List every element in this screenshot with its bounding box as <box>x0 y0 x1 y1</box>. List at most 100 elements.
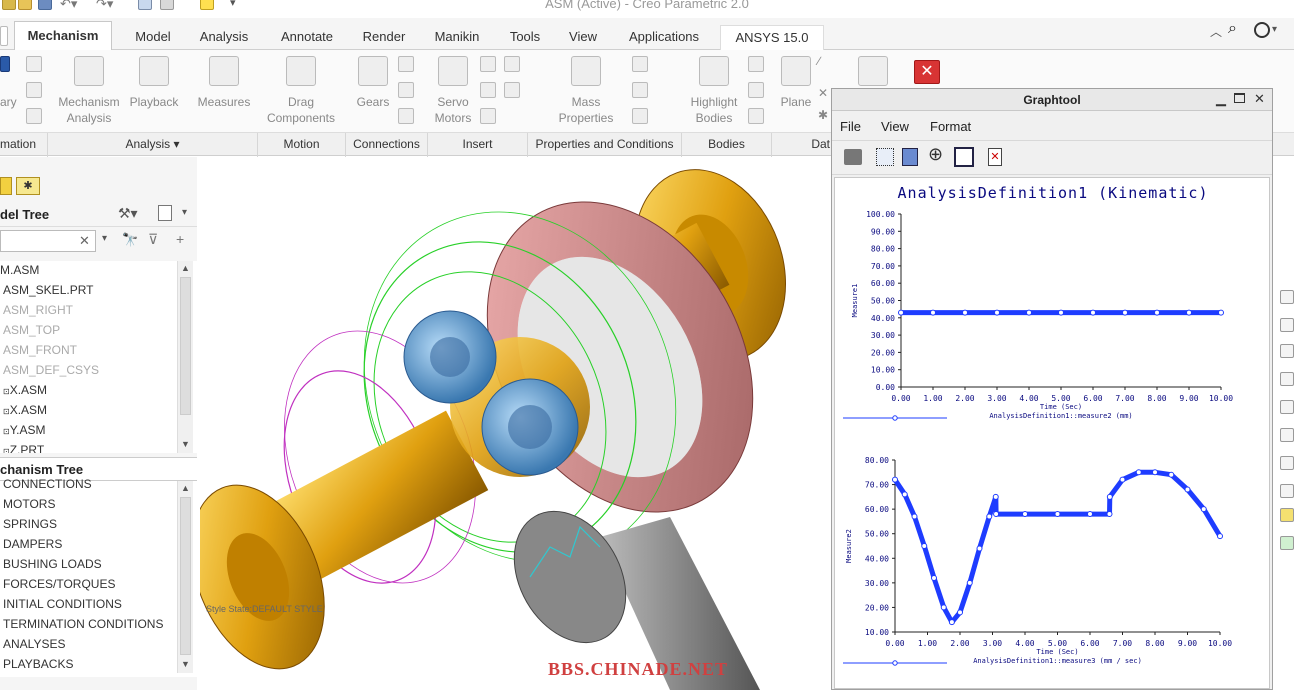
spin-center-icon[interactable] <box>1280 536 1294 550</box>
redo-icon[interactable]: ↷▾ <box>96 0 113 12</box>
tree-item[interactable]: ANALYSES <box>3 637 65 651</box>
close-icon[interactable]: ✕ <box>1254 91 1265 107</box>
zoom-out-view-icon[interactable] <box>1280 344 1294 358</box>
servo-motors-button[interactable]: Servo Motors <box>430 52 476 130</box>
tab-annotate[interactable]: Annotate <box>268 25 346 50</box>
view-manager-icon[interactable] <box>1280 456 1294 470</box>
graphtool-window[interactable]: Graphtool ▁ ✕ File View Format ⊕ ✕ 100.0… <box>831 88 1273 690</box>
body-definition-icon[interactable] <box>748 56 764 72</box>
force-torque-icon[interactable] <box>480 82 496 98</box>
scroll-up-icon[interactable]: ▲ <box>181 483 190 493</box>
search-icon[interactable]: ⌕ <box>1228 20 1237 38</box>
tab-analysis[interactable]: Analysis <box>186 25 262 50</box>
zoom-fit-icon[interactable] <box>954 147 974 167</box>
model-tree-scrollbar[interactable]: ▲ ▼ <box>177 261 193 453</box>
save-icon[interactable] <box>38 0 52 10</box>
minimize-ribbon-icon[interactable]: ︿ <box>1210 23 1222 40</box>
model-tree-tab-icon[interactable] <box>0 177 12 195</box>
plot-area[interactable]: 100.00 90.00 80.00 70.00 60.00 50.00 40.00 30.0… <box>834 177 1270 689</box>
regenerate-icon[interactable] <box>138 0 152 10</box>
grid-icon[interactable] <box>876 148 894 166</box>
tree-item[interactable]: TERMINATION CONDITIONS <box>3 617 163 631</box>
tab-manikin[interactable]: Manikin <box>422 25 492 50</box>
scroll-down-icon[interactable]: ▼ <box>181 659 190 669</box>
export-icon[interactable]: ✕ <box>988 148 1002 166</box>
mechanism-tree-scrollbar[interactable]: ▲ ▼ <box>177 481 193 673</box>
tree-item[interactable]: ASM_TOP <box>3 323 60 337</box>
help-chevron-icon[interactable]: ▾ <box>1272 24 1277 35</box>
tab-render[interactable]: Render <box>352 25 416 50</box>
spring-coil-icon[interactable] <box>504 56 520 72</box>
scroll-down-icon[interactable]: ▼ <box>181 439 190 449</box>
tree-show-icon[interactable] <box>158 205 172 221</box>
drag-components-button[interactable]: Drag Components <box>264 52 338 130</box>
windows-icon[interactable] <box>160 0 174 10</box>
tree-item[interactable]: ASM_DEF_CSYS <box>3 363 99 377</box>
tree-item[interactable]: ASM_FRONT <box>3 343 77 357</box>
tree-item[interactable]: ⊡X.ASM <box>3 383 47 397</box>
undo-icon[interactable]: ↶▾ <box>60 0 77 12</box>
format-graph-icon[interactable] <box>902 148 918 166</box>
tree-show-chevron-icon[interactable]: ▾ <box>182 207 187 218</box>
plane-button[interactable]: Plane <box>776 52 816 112</box>
clear-search-icon[interactable]: ✕ <box>79 233 90 249</box>
curve-icon[interactable] <box>858 56 888 86</box>
scroll-thumb[interactable] <box>180 277 191 415</box>
print-icon[interactable] <box>844 149 862 165</box>
tree-search-input[interactable]: ✕ <box>0 230 96 252</box>
spring-icon[interactable] <box>398 56 414 72</box>
graphics-viewport[interactable]: Style State:DEFAULT STYLE BBS.CHINADE.NE… <box>200 157 830 690</box>
tree-item[interactable]: MOTORS <box>3 497 55 511</box>
help-icon[interactable] <box>1254 22 1270 38</box>
body-redefine-icon[interactable] <box>748 82 764 98</box>
force-motor-icon[interactable] <box>480 56 496 72</box>
add-icon[interactable]: + <box>176 231 184 247</box>
csys-icon[interactable]: ✱ <box>818 108 828 122</box>
menu-format[interactable]: Format <box>930 119 971 134</box>
mass-properties-button[interactable]: Mass Properties <box>552 52 620 130</box>
find-icon[interactable]: 🔭 <box>122 232 138 248</box>
refit-icon[interactable] <box>1280 290 1294 304</box>
tree-item[interactable]: SPRINGS <box>3 517 57 531</box>
tab-applications[interactable]: Applications <box>614 25 714 50</box>
search-chevron-icon[interactable]: ▾ <box>102 233 107 244</box>
tree-item[interactable]: ⊡X.ASM <box>3 403 47 417</box>
new-file-icon[interactable] <box>2 0 16 10</box>
tab-view[interactable]: View <box>558 25 608 50</box>
file-menu-button[interactable] <box>0 26 8 46</box>
quick-access-chevron-icon[interactable]: ▾ <box>230 0 236 9</box>
zoom-in-view-icon[interactable] <box>1280 318 1294 332</box>
tree-item[interactable]: M.ASM <box>0 263 39 277</box>
tree-item[interactable]: BUSHING LOADS <box>3 557 102 571</box>
point-icon[interactable]: ✕ <box>818 86 828 100</box>
gravity-icon[interactable] <box>480 108 496 124</box>
highlight-bodies-button[interactable]: Highlight Bodies <box>684 52 744 130</box>
damper-link-icon[interactable] <box>504 82 520 98</box>
body-reset-icon[interactable] <box>748 108 764 124</box>
gravity-vector-icon[interactable] <box>632 56 648 72</box>
tree-item[interactable]: ASM_SKEL.PRT <box>3 283 93 297</box>
close-window-icon[interactable] <box>200 0 214 10</box>
menu-file[interactable]: File <box>840 119 861 134</box>
initial-condition-icon[interactable] <box>632 82 648 98</box>
annotation-display-icon[interactable] <box>1280 508 1294 522</box>
gears-button[interactable]: Gears <box>352 52 394 112</box>
tree-item[interactable]: FORCES/TORQUES <box>3 577 115 591</box>
connection-icon[interactable] <box>26 56 42 72</box>
repaint-icon[interactable] <box>1280 372 1294 386</box>
tab-mechanism[interactable]: Mechanism <box>14 21 112 50</box>
tree-item[interactable]: PLAYBACKS <box>3 657 73 671</box>
menu-view[interactable]: View <box>881 119 909 134</box>
tree-item[interactable]: ⊡Z.PRT <box>3 443 44 453</box>
maximize-icon[interactable] <box>1234 93 1245 103</box>
datum-display-icon[interactable] <box>1280 484 1294 498</box>
termination-condition-icon[interactable] <box>632 108 648 124</box>
close-mechanism-icon[interactable]: ✕ <box>914 60 940 84</box>
filter-icon[interactable]: ⊽ <box>148 231 158 248</box>
display-style-icon[interactable] <box>1280 400 1294 414</box>
notes-icon[interactable] <box>26 108 42 124</box>
group-analysis[interactable]: Analysis ▾ <box>48 133 258 157</box>
tree-item[interactable]: INITIAL CONDITIONS <box>3 597 122 611</box>
tab-model[interactable]: Model <box>124 25 182 50</box>
bushing-icon[interactable] <box>398 108 414 124</box>
